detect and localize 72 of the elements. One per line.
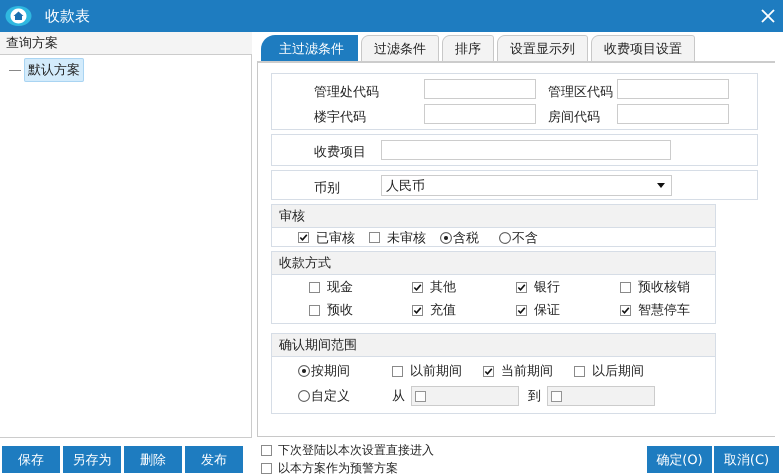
tab[interactable]: 收费项目设置 <box>591 35 695 61</box>
caret-icon <box>657 183 665 188</box>
field-label: 管理处代码 <box>314 84 380 101</box>
checkbox[interactable] <box>298 232 309 243</box>
checkbox-label: 下次登陆以本次设置直接进入 <box>278 442 434 459</box>
input-field[interactable] <box>617 104 729 124</box>
radio-button[interactable] <box>298 390 310 402</box>
radio-label: 含税 <box>453 230 479 246</box>
radio-button[interactable] <box>499 232 511 244</box>
radio-label: 自定义 <box>311 388 350 405</box>
checkbox-label: 以后期间 <box>592 363 644 380</box>
checkbox[interactable] <box>309 282 320 292</box>
checkbox[interactable] <box>574 366 585 376</box>
checkbox-label: 充值 <box>430 302 456 319</box>
checkbox-label: 未审核 <box>387 230 426 246</box>
field-label: 到 <box>528 388 541 405</box>
input-field[interactable] <box>424 79 536 99</box>
checkbox-label: 预收 <box>327 302 353 319</box>
checkbox-label: 现金 <box>327 279 353 296</box>
input-field[interactable] <box>424 104 536 124</box>
checkbox-label: 银行 <box>534 279 560 296</box>
scheme-button[interactable]: 另存为 <box>63 446 121 473</box>
checkbox[interactable] <box>261 445 272 456</box>
checkbox-label: 以前期间 <box>410 363 462 380</box>
section-title: 审核 <box>279 208 305 225</box>
dialog-button[interactable]: 确定(O) <box>647 446 712 473</box>
panel-header: 查询方案 <box>6 35 58 52</box>
input-field[interactable] <box>617 79 729 99</box>
checkbox[interactable] <box>620 304 631 316</box>
field-label: 管理区代码 <box>547 84 614 101</box>
checkbox-label: 已审核 <box>316 230 355 246</box>
input-field[interactable] <box>381 140 671 160</box>
field-label: 从 <box>392 388 405 405</box>
radio-label: 不含 <box>512 230 538 246</box>
field-label: 币别 <box>314 180 341 197</box>
tab[interactable]: 排序 <box>442 35 494 61</box>
checkbox-label: 预收核销 <box>638 279 690 296</box>
field-label: 收费项目 <box>314 144 367 161</box>
checkbox[interactable] <box>412 282 423 292</box>
scheme-button[interactable]: 保存 <box>2 446 60 473</box>
section-title: 收款方式 <box>279 255 331 272</box>
checkbox[interactable] <box>516 282 527 292</box>
tab[interactable]: 主过滤条件 <box>261 35 358 61</box>
checkbox[interactable] <box>392 366 403 376</box>
checkbox[interactable] <box>309 304 320 316</box>
radio-button[interactable] <box>298 365 310 377</box>
checkbox[interactable] <box>261 463 272 474</box>
checkbox[interactable] <box>516 304 527 316</box>
dialog-button[interactable]: 取消(C) <box>714 446 779 473</box>
logo-icon <box>5 5 32 27</box>
field-label: 楼宇代码 <box>314 109 367 126</box>
checkbox[interactable] <box>369 232 380 243</box>
section-title: 确认期间范围 <box>279 337 357 354</box>
checkbox-label: 保证 <box>534 302 560 319</box>
close-icon[interactable] <box>761 9 775 23</box>
tab[interactable]: 设置显示列 <box>497 35 588 61</box>
radio-label: 按期间 <box>311 363 350 380</box>
checkbox-label: 当前期间 <box>501 363 553 380</box>
scheme-button[interactable]: 删除 <box>124 446 182 473</box>
tab[interactable]: 过滤条件 <box>361 35 439 61</box>
field-label: 房间代码 <box>547 109 601 126</box>
checkbox-label: 其他 <box>430 279 456 296</box>
tree-item[interactable]: 默认方案 <box>24 58 84 82</box>
checkbox[interactable] <box>412 304 423 316</box>
currency-dropdown[interactable]: 人民币 <box>381 175 672 196</box>
window-title: 收款表 <box>45 6 90 26</box>
radio-button[interactable] <box>440 232 452 244</box>
checkbox[interactable] <box>620 282 631 292</box>
scheme-button[interactable]: 发布 <box>185 446 243 473</box>
checkbox-label: 智慧停车 <box>638 302 690 319</box>
checkbox[interactable] <box>483 366 494 376</box>
checkbox-label: 以本方案作为预警方案 <box>278 460 398 474</box>
